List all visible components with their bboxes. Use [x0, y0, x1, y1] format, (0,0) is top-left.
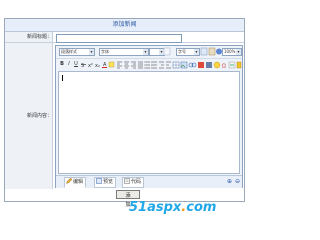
content-edit-area[interactable]	[58, 71, 240, 174]
tab-edit-label: 编辑	[73, 179, 84, 185]
ordered-list-icon[interactable]	[144, 61, 151, 69]
content-label: 新闻内容：	[5, 43, 53, 189]
svg-text:Ω: Ω	[222, 64, 226, 70]
news-form-panel: 添加新闻 新闻标题： 新闻内容： 段落样式 ▾ 字体 ▾ ▾ 字号 ▾ 100%…	[4, 18, 245, 190]
editor-toolbar-bottom: B I U S x² x₂ A Ω	[56, 58, 242, 70]
superscript-icon[interactable]: x²	[88, 63, 93, 69]
content-row: 新闻内容： 段落样式 ▾ 字体 ▾ ▾ 字号 ▾ 100% ▾ B I U S …	[5, 43, 244, 189]
toolbar-bottom-icons: S x² x₂ A Ω	[81, 61, 242, 70]
paste-icon[interactable]	[208, 47, 216, 56]
copy-icon[interactable]	[200, 47, 208, 56]
align-right-icon[interactable]	[131, 61, 136, 69]
tab-preview[interactable]: 预览	[94, 177, 117, 188]
svg-text:x₂: x₂	[95, 63, 100, 69]
unordered-list-icon[interactable]	[151, 61, 158, 69]
tab-code-label: 代码	[131, 179, 142, 185]
outdent-icon[interactable]	[159, 61, 164, 69]
editor-toolbar-top: 段落样式 ▾ 字体 ▾ ▾ 字号 ▾ 100% ▾	[56, 46, 242, 57]
watermark-text-main: 51aspx	[129, 200, 182, 215]
svg-text:x²: x²	[88, 63, 93, 69]
svg-text:S: S	[81, 63, 84, 69]
highlight-icon[interactable]	[108, 61, 115, 68]
subscript-icon[interactable]: x₂	[95, 63, 100, 69]
rich-text-editor: 段落样式 ▾ 字体 ▾ ▾ 字号 ▾ 100% ▾ B I U S x² x₂ …	[55, 45, 243, 188]
justify-icon[interactable]	[138, 61, 143, 69]
special-char-icon[interactable]: Ω	[222, 64, 226, 70]
toolbar-top-icons	[163, 47, 222, 56]
table-icon[interactable]	[172, 61, 180, 69]
more-icon[interactable]	[236, 61, 242, 69]
edit-mode-icon	[66, 177, 73, 184]
add-button[interactable]: 添 加	[116, 190, 140, 208]
watermark-text-domain: com	[186, 200, 217, 215]
editor-mode-bar: 编辑 预览 代码 ⊕ ⊖	[56, 175, 242, 188]
align-center-icon[interactable]	[124, 61, 129, 69]
site-watermark: 51aspx.com	[129, 200, 216, 215]
font-color-icon[interactable]: A	[102, 62, 107, 68]
tab-preview-label: 预览	[103, 179, 114, 185]
help-icon[interactable]	[216, 48, 222, 55]
title-label: 新闻标题：	[5, 32, 53, 42]
strikethrough-icon[interactable]: S	[81, 63, 86, 69]
title-row: 新闻标题：	[5, 32, 244, 43]
expand-editor-icon[interactable]: ⊕	[226, 178, 233, 185]
media-icon[interactable]	[206, 62, 212, 68]
tab-code[interactable]: 代码	[122, 177, 145, 188]
horizontal-rule-icon[interactable]	[228, 61, 236, 69]
page-title: 添加新闻	[5, 19, 244, 32]
cut-icon[interactable]	[163, 47, 171, 56]
code-mode-icon	[124, 178, 130, 184]
flash-icon[interactable]	[198, 62, 204, 68]
emoticon-icon[interactable]	[213, 61, 221, 69]
link-icon[interactable]	[188, 62, 197, 68]
indent-icon[interactable]	[166, 61, 171, 69]
text-caret	[62, 75, 63, 81]
tab-edit[interactable]: 编辑	[64, 177, 87, 188]
image-icon[interactable]	[180, 61, 188, 69]
preview-mode-icon	[96, 178, 102, 184]
shrink-editor-icon[interactable]: ⊖	[234, 178, 241, 185]
news-title-input[interactable]	[56, 34, 182, 43]
align-left-icon[interactable]	[117, 61, 122, 69]
